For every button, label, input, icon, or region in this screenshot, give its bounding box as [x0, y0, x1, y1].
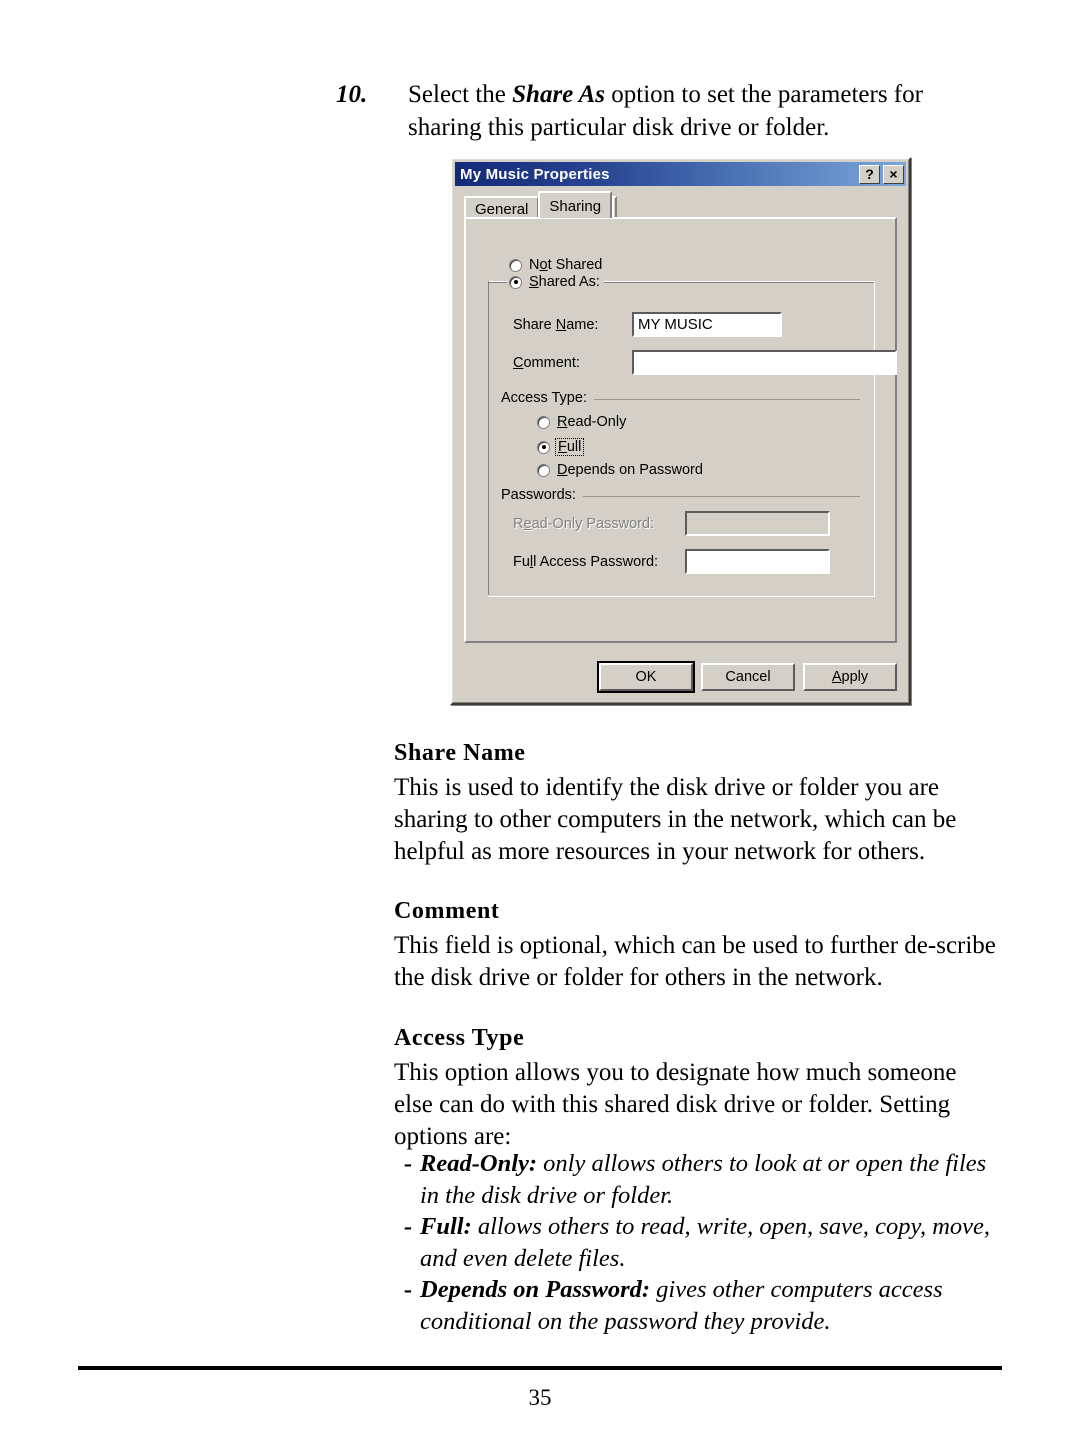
bullet-term: Full:: [420, 1213, 472, 1240]
section-share-name-heading: Share Name: [394, 740, 526, 766]
titlebar-buttons: ? ×: [859, 164, 904, 184]
radio-depends-on-password-label: Depends on Password: [557, 462, 703, 478]
section-comment: Comment This field is optional, which ca…: [394, 896, 998, 994]
tabstrip-filler: [612, 196, 618, 218]
bullet-text: Full: allows others to read, write, open…: [420, 1211, 1000, 1274]
my-music-properties-dialog: My Music Properties ? × General Sharing …: [450, 157, 911, 705]
passwords-group: Passwords: Read-Only Password: Full Acce…: [501, 487, 860, 582]
bullet-dash: -: [404, 1276, 413, 1303]
apply-button[interactable]: Apply: [803, 663, 897, 691]
dialog-tabstrip: General Sharing: [464, 191, 618, 218]
dialog-button-row: OK Cancel Apply: [464, 661, 897, 693]
full-access-password-input[interactable]: [685, 549, 830, 574]
bullet-text: Depends on Password: gives other compute…: [420, 1274, 1000, 1337]
share-name-input[interactable]: MY MUSIC: [632, 312, 782, 337]
step-instruction: 10. Select the Share As option to set th…: [336, 78, 996, 144]
radio-full[interactable]: Full: [537, 438, 585, 456]
full-access-password-label: Full Access Password:: [513, 553, 659, 570]
shared-as-groupbox: Shared As: Share Name: MY MUSIC Comment:…: [488, 274, 897, 597]
access-type-group: Access Type: Read-Only Full Depends on P…: [501, 390, 860, 486]
comment-input[interactable]: [632, 350, 897, 375]
section-share-name-body: This is used to identify the disk drive …: [394, 774, 957, 865]
section-comment-heading: Comment: [394, 898, 500, 924]
step-text-before: Select the: [408, 81, 513, 108]
list-item: - Read-Only: only allows others to look …: [404, 1148, 1000, 1211]
radio-shared-as[interactable]: Shared As:: [507, 274, 604, 290]
share-name-row: Share Name: MY MUSIC: [513, 312, 782, 337]
share-name-label: Share Name:: [513, 316, 599, 333]
page-number: 35: [528, 1385, 552, 1410]
radio-circle-icon: [537, 440, 550, 454]
radio-read-only-label: Read-Only: [557, 414, 627, 430]
radio-read-only[interactable]: Read-Only: [537, 414, 626, 430]
radio-circle-icon: [537, 415, 550, 429]
list-item: - Full: allows others to read, write, op…: [404, 1211, 1000, 1274]
sharing-tab-panel: Not Shared Shared As: Share Name: MY MUS…: [464, 217, 897, 643]
apply-button-rest: pply: [841, 669, 869, 685]
full-access-password-row: Full Access Password:: [513, 549, 830, 574]
tab-general[interactable]: General: [464, 196, 540, 218]
comment-row: Comment:: [513, 350, 897, 375]
bullet-dash: -: [404, 1150, 413, 1177]
tab-sharing[interactable]: Sharing: [538, 191, 613, 218]
radio-circle-icon: [509, 275, 522, 289]
section-share-name: Share Name This is used to identify the …: [394, 738, 998, 868]
step-number: 10.: [336, 81, 368, 108]
dialog-titlebar[interactable]: My Music Properties ? ×: [455, 162, 906, 186]
ok-button[interactable]: OK: [597, 661, 695, 693]
apply-button-mnemonic: A: [831, 669, 842, 685]
radio-not-shared-label: Not Shared: [529, 257, 603, 273]
access-type-legend: Access Type:: [501, 390, 594, 406]
comment-label: Comment:: [513, 354, 580, 371]
bullet-term: Depends on Password:: [420, 1276, 651, 1303]
section-access-type: Access Type This option allows you to de…: [394, 1023, 998, 1153]
section-access-type-heading: Access Type: [394, 1025, 525, 1051]
document-page: 10. Select the Share As option to set th…: [0, 0, 1080, 1451]
radio-not-shared[interactable]: Not Shared: [509, 257, 602, 273]
radio-circle-icon: [509, 258, 522, 272]
bullet-term: Read-Only:: [420, 1150, 538, 1177]
radio-circle-icon: [537, 463, 550, 477]
read-only-password-row: Read-Only Password:: [513, 511, 830, 536]
list-item: - Depends on Password: gives other compu…: [404, 1274, 1000, 1337]
close-icon[interactable]: ×: [883, 164, 904, 184]
bullet-body: allows others to read, write, open, save…: [420, 1213, 991, 1272]
section-access-type-body: This option allows you to designate how …: [394, 1059, 957, 1150]
access-type-bullet-list: - Read-Only: only allows others to look …: [404, 1148, 1000, 1337]
read-only-password-label: Read-Only Password:: [513, 515, 655, 532]
bullet-dash: -: [404, 1213, 413, 1240]
cancel-button[interactable]: Cancel: [701, 663, 795, 691]
radio-shared-as-label: Shared As:: [529, 274, 600, 290]
dialog-title: My Music Properties: [460, 165, 610, 183]
help-icon[interactable]: ?: [859, 164, 880, 184]
section-comment-body: This field is optional, which can be use…: [394, 932, 996, 991]
passwords-legend: Passwords:: [501, 487, 583, 503]
read-only-password-input: [685, 511, 830, 536]
footer-divider: [78, 1366, 1002, 1370]
bullet-text: Read-Only: only allows others to look at…: [420, 1148, 1000, 1211]
step-text-emphasis: Share As: [512, 81, 605, 108]
radio-depends-on-password[interactable]: Depends on Password: [537, 462, 703, 478]
radio-full-label: Full: [555, 438, 585, 456]
step-text: Select the Share As option to set the pa…: [408, 78, 996, 144]
